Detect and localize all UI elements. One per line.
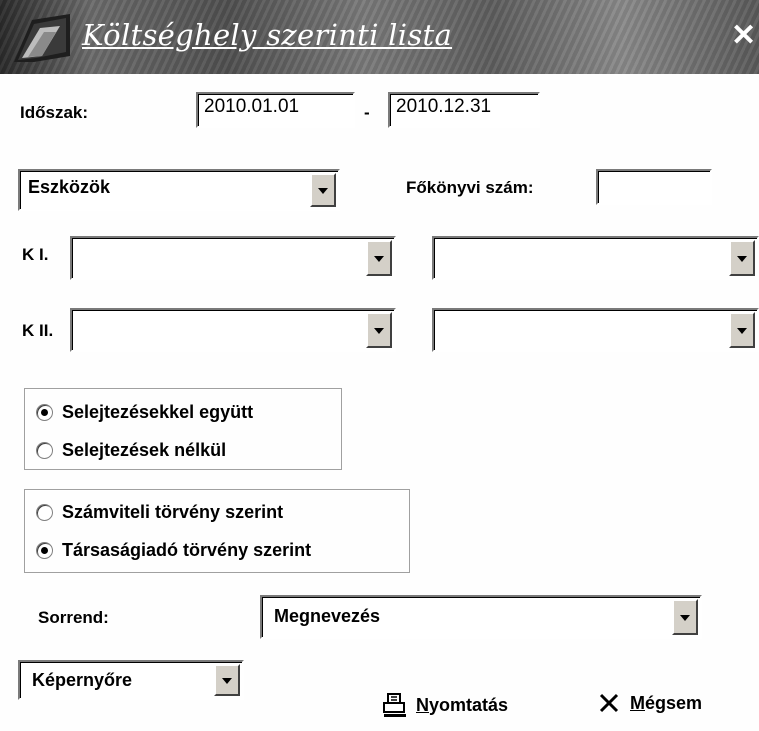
title-bar[interactable]: Költséghely szerinti lista ✕ bbox=[0, 0, 759, 74]
radio-corporate-tax-law-label: Társaságiadó törvény szerint bbox=[62, 540, 312, 560]
print-button[interactable]: Nyomtatás bbox=[382, 692, 508, 718]
printer-icon bbox=[383, 693, 406, 717]
radio-checked-icon bbox=[36, 404, 53, 421]
output-select[interactable]: Képernyőre bbox=[18, 660, 244, 700]
window-title: Költséghely szerinti lista bbox=[82, 18, 453, 52]
category-select[interactable]: Eszközök bbox=[18, 169, 340, 211]
ledger-label: Főkönyvi szám: bbox=[406, 178, 534, 197]
chevron-down-icon[interactable] bbox=[366, 240, 392, 276]
chevron-down-icon[interactable] bbox=[366, 312, 392, 348]
k2-label: K II. bbox=[22, 321, 54, 340]
period-to-input[interactable]: 2010.12.31 bbox=[388, 92, 540, 128]
chevron-down-icon[interactable] bbox=[729, 240, 755, 276]
chevron-down-icon[interactable] bbox=[729, 312, 755, 348]
x-icon bbox=[599, 693, 619, 713]
k2-left-select[interactable] bbox=[70, 308, 396, 352]
radio-with-scrapping[interactable]: Selejtezésekkel együtt bbox=[36, 402, 253, 423]
cancel-label: égsem bbox=[645, 692, 703, 713]
radio-unchecked-icon bbox=[36, 442, 53, 459]
k2-right-select[interactable] bbox=[432, 308, 759, 352]
chevron-down-icon[interactable] bbox=[214, 664, 240, 696]
print-label: yomtatás bbox=[429, 694, 509, 715]
order-select-value: Megnevezés bbox=[274, 606, 381, 626]
output-select-value: Képernyőre bbox=[32, 670, 133, 690]
cancel-mnemonic: M bbox=[630, 692, 645, 713]
print-mnemonic: N bbox=[416, 694, 429, 715]
radio-without-scrapping[interactable]: Selejtezések nélkül bbox=[36, 440, 226, 461]
chevron-down-icon[interactable] bbox=[310, 173, 336, 207]
close-icon[interactable]: ✕ bbox=[731, 21, 756, 51]
k1-right-select[interactable] bbox=[432, 236, 759, 280]
radio-accounting-law-label: Számviteli törvény szerint bbox=[62, 502, 284, 522]
category-select-value: Eszközök bbox=[28, 177, 111, 197]
k1-left-select[interactable] bbox=[70, 236, 396, 280]
dialog-window: Költséghely szerinti lista ✕ Időszak: 20… bbox=[0, 0, 759, 731]
cancel-button[interactable]: Mégsem bbox=[598, 692, 702, 714]
chevron-down-icon[interactable] bbox=[672, 599, 698, 635]
period-label: Időszak: bbox=[20, 103, 89, 122]
radio-unchecked-icon bbox=[36, 504, 53, 521]
radio-accounting-law[interactable]: Számviteli törvény szerint bbox=[36, 502, 283, 523]
k1-label: K I. bbox=[22, 245, 49, 264]
radio-with-scrapping-label: Selejtezésekkel együtt bbox=[62, 402, 254, 422]
period-from-input[interactable]: 2010.01.01 bbox=[196, 92, 355, 128]
radio-without-scrapping-label: Selejtezések nélkül bbox=[62, 440, 227, 460]
order-label: Sorrend: bbox=[38, 608, 109, 627]
radio-checked-icon bbox=[36, 542, 53, 559]
order-select[interactable]: Megnevezés bbox=[260, 595, 702, 639]
radio-corporate-tax-law[interactable]: Társaságiadó törvény szerint bbox=[36, 540, 311, 561]
ledger-number-input[interactable] bbox=[596, 169, 712, 205]
book-logo-icon bbox=[14, 14, 70, 62]
period-separator: - bbox=[364, 103, 370, 122]
